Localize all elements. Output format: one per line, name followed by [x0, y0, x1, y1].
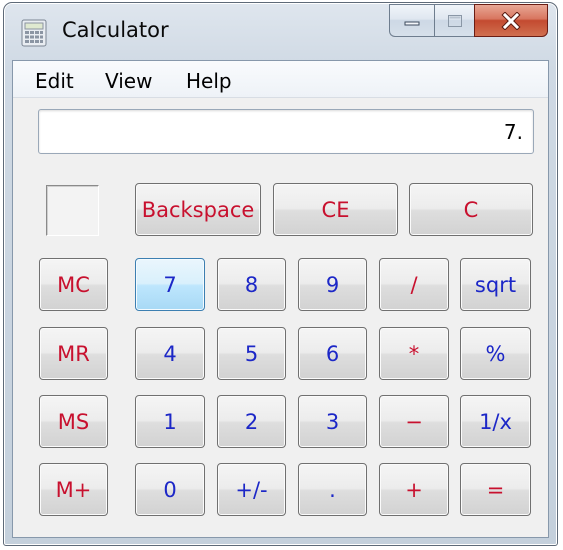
memory-recall-label: MR	[57, 341, 90, 366]
close-button[interactable]	[474, 4, 548, 37]
calculator-body: Edit View Help 7. Backspace CE C MC 7 8 …	[12, 60, 549, 538]
backspace-label: Backspace	[141, 197, 255, 222]
multiply-button[interactable]: *	[379, 327, 449, 380]
digit-8-button[interactable]: 8	[217, 258, 286, 311]
equals-button[interactable]: =	[460, 463, 531, 516]
digit-6-label: 6	[325, 341, 340, 366]
menu-edit[interactable]: Edit	[35, 69, 74, 93]
percent-label: %	[485, 341, 506, 366]
calculator-window: Calculator Edit View Help 7. Backspace C…	[3, 2, 558, 546]
clear-entry-button[interactable]: CE	[273, 183, 398, 236]
menu-view[interactable]: View	[105, 69, 152, 93]
window-controls	[389, 4, 548, 38]
digit-8-label: 8	[244, 272, 259, 297]
sqrt-label: sqrt	[474, 272, 517, 297]
add-button[interactable]: +	[379, 463, 449, 516]
divide-label: /	[410, 272, 418, 297]
memory-recall-button[interactable]: MR	[39, 327, 108, 380]
decimal-label: .	[329, 477, 336, 502]
digit-6-button[interactable]: 6	[298, 327, 367, 380]
memory-store-button[interactable]: MS	[39, 395, 108, 448]
title-bar[interactable]: Calculator	[4, 3, 557, 57]
digit-9-label: 9	[325, 272, 340, 297]
memory-indicator	[46, 185, 99, 236]
calculator-app-icon	[21, 19, 47, 47]
menu-bar: Edit View Help	[13, 61, 548, 98]
digit-2-button[interactable]: 2	[217, 395, 286, 448]
digit-4-button[interactable]: 4	[135, 327, 205, 380]
decimal-button[interactable]: .	[298, 463, 367, 516]
memory-clear-label: MC	[57, 272, 90, 297]
reciprocal-button[interactable]: 1/x	[460, 395, 531, 448]
digit-7-label: 7	[163, 272, 177, 297]
memory-clear-button[interactable]: MC	[39, 258, 108, 311]
digit-3-label: 3	[325, 409, 340, 434]
subtract-button[interactable]: −	[379, 395, 449, 448]
digit-5-button[interactable]: 5	[217, 327, 286, 380]
menu-help[interactable]: Help	[186, 69, 232, 93]
sign-toggle-label: +/-	[235, 477, 268, 502]
maximize-button[interactable]	[434, 4, 474, 37]
result-display[interactable]: 7.	[38, 109, 534, 154]
multiply-label: *	[408, 341, 420, 366]
digit-4-label: 4	[163, 341, 177, 366]
clear-button[interactable]: C	[409, 183, 533, 236]
divide-button[interactable]: /	[379, 258, 449, 311]
minimize-icon	[404, 21, 420, 25]
memory-add-button[interactable]: M+	[39, 463, 108, 516]
backspace-button[interactable]: Backspace	[135, 183, 261, 236]
digit-1-label: 1	[163, 409, 177, 434]
digit-5-label: 5	[244, 341, 259, 366]
sqrt-button[interactable]: sqrt	[460, 258, 531, 311]
memory-store-label: MS	[57, 409, 90, 434]
digit-3-button[interactable]: 3	[298, 395, 367, 448]
minimize-button[interactable]	[389, 4, 434, 37]
reciprocal-label: 1/x	[479, 409, 512, 434]
clear-label: C	[463, 197, 479, 222]
display-value: 7.	[503, 120, 523, 144]
digit-0-label: 0	[163, 477, 177, 502]
clear-entry-label: CE	[321, 197, 350, 222]
equals-label: =	[486, 477, 505, 502]
sign-toggle-button[interactable]: +/-	[217, 463, 286, 516]
digit-7-button[interactable]: 7	[135, 258, 205, 311]
add-label: +	[405, 477, 423, 502]
memory-add-label: M+	[55, 477, 92, 502]
digit-2-label: 2	[244, 409, 259, 434]
close-icon	[501, 11, 521, 30]
digit-1-button[interactable]: 1	[135, 395, 205, 448]
percent-button[interactable]: %	[460, 327, 531, 380]
window-title: Calculator	[62, 18, 169, 42]
subtract-label: −	[405, 409, 423, 434]
digit-0-button[interactable]: 0	[135, 463, 205, 516]
maximize-icon	[447, 14, 462, 27]
digit-9-button[interactable]: 9	[298, 258, 367, 311]
